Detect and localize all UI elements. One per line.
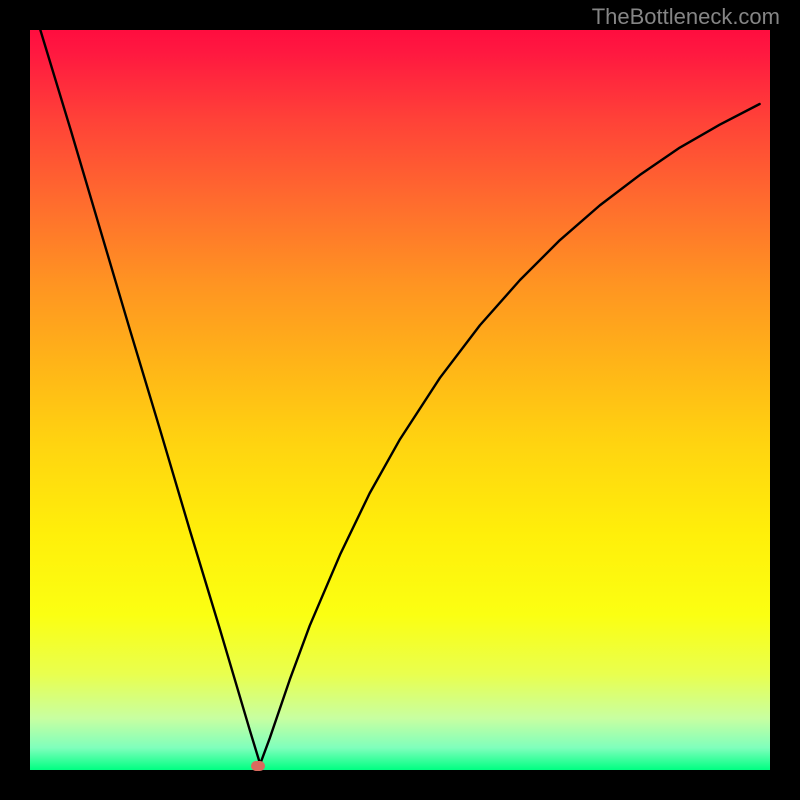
watermark-text: TheBottleneck.com (592, 4, 780, 30)
curve-right-branch (260, 104, 760, 764)
bottleneck-curve (30, 30, 770, 770)
bottleneck-marker (251, 761, 265, 771)
curve-left-branch (40, 30, 260, 764)
chart-plot-area (30, 30, 770, 770)
